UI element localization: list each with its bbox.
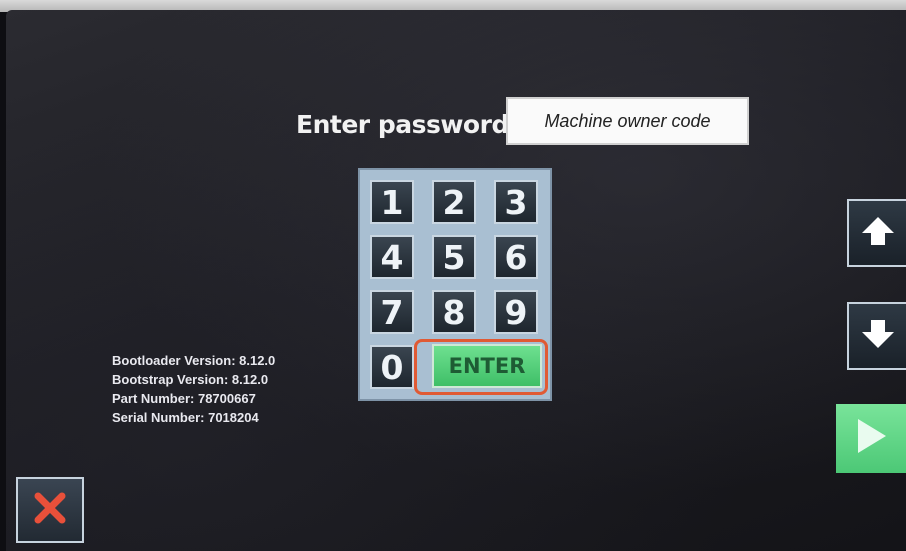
close-button[interactable] <box>16 477 84 543</box>
key-3[interactable]: 3 <box>494 180 538 224</box>
key-0[interactable]: 0 <box>370 345 414 389</box>
password-input[interactable]: Machine owner code <box>506 97 749 145</box>
enter-button[interactable]: ENTER <box>432 344 542 388</box>
key-1[interactable]: 1 <box>370 180 414 224</box>
key-8[interactable]: 8 <box>432 290 476 334</box>
device-info: Bootloader Version: 8.12.0 Bootstrap Ver… <box>112 351 275 427</box>
key-7[interactable]: 7 <box>370 290 414 334</box>
key-6[interactable]: 6 <box>494 235 538 279</box>
arrow-up-icon <box>860 215 896 252</box>
password-prompt-label: Enter password: <box>296 110 519 139</box>
scroll-up-button[interactable] <box>847 199 906 267</box>
key-4[interactable]: 4 <box>370 235 414 279</box>
close-x-icon <box>33 491 67 530</box>
key-2[interactable]: 2 <box>432 180 476 224</box>
key-5[interactable]: 5 <box>432 235 476 279</box>
bootstrap-version: Bootstrap Version: 8.12.0 <box>112 372 269 387</box>
serial-number: Serial Number: 7018204 <box>112 410 259 425</box>
scroll-down-button[interactable] <box>847 302 906 370</box>
bootloader-version: Bootloader Version: 8.12.0 <box>112 353 276 368</box>
part-number: Part Number: 78700667 <box>112 391 256 406</box>
key-9[interactable]: 9 <box>494 290 538 334</box>
arrow-down-icon <box>860 318 896 355</box>
play-icon <box>854 417 888 460</box>
next-button[interactable] <box>836 404 906 473</box>
